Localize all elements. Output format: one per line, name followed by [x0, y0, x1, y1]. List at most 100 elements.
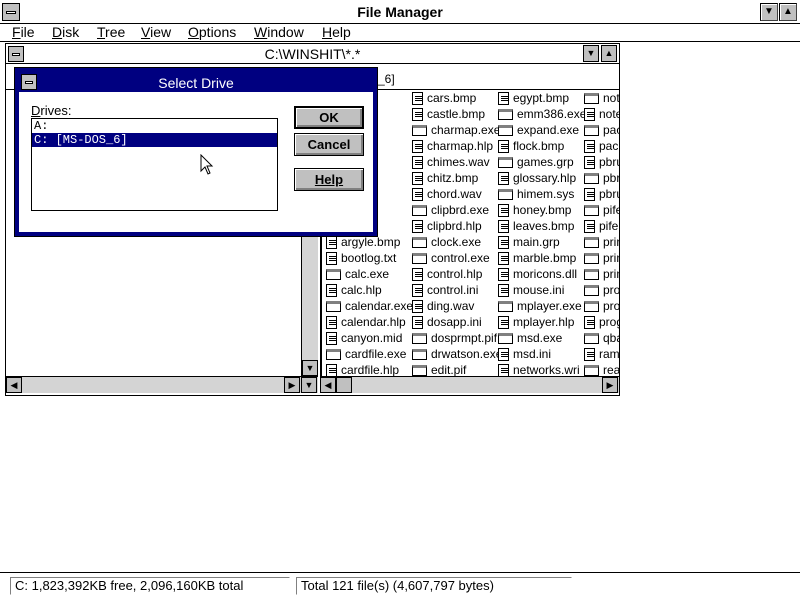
file-item[interactable]: egypt.bmp [498, 90, 586, 106]
menu-disk[interactable]: Disk [52, 24, 79, 40]
child-minimize-button[interactable]: ▼ [583, 45, 599, 62]
file-name: drwatson.exe [431, 347, 503, 361]
scroll-down-arrow-icon[interactable]: ▼ [302, 360, 318, 376]
file-item[interactable]: mplayer.exe [498, 298, 586, 314]
menu-view[interactable]: View [141, 24, 171, 40]
file-item[interactable]: cardfile.exe [326, 346, 413, 362]
file-item[interactable]: main.grp [498, 234, 586, 250]
file-item[interactable]: cars.bmp [412, 90, 502, 106]
file-item[interactable]: himem.sys [498, 186, 586, 202]
file-item[interactable]: prog [584, 298, 619, 314]
file-item[interactable]: clipbrd.exe [412, 202, 502, 218]
file-item[interactable]: prog [584, 282, 619, 298]
file-item[interactable]: clipbrd.hlp [412, 218, 502, 234]
file-item[interactable]: prin [584, 266, 619, 282]
file-item[interactable]: calendar.hlp [326, 314, 413, 330]
file-item[interactable]: control.exe [412, 250, 502, 266]
file-item[interactable]: note [584, 106, 619, 122]
file-item[interactable]: glossary.hlp [498, 170, 586, 186]
scroll-left-arrow-icon[interactable]: ◀ [320, 377, 336, 393]
file-item[interactable]: control.hlp [412, 266, 502, 282]
scroll-thumb[interactable] [336, 377, 352, 393]
file-item[interactable]: msd.ini [498, 346, 586, 362]
file-item[interactable]: calendar.exe [326, 298, 413, 314]
file-name: mplayer.hlp [513, 315, 575, 329]
file-item[interactable]: dosprmpt.pif [412, 330, 502, 346]
ok-button[interactable]: OK [294, 106, 364, 129]
scroll-left-arrow-icon[interactable]: ◀ [6, 377, 22, 393]
scroll-right-arrow-icon[interactable]: ▶ [284, 377, 300, 393]
document-file-icon [498, 363, 509, 376]
file-item[interactable]: bootlog.txt [326, 250, 413, 266]
file-item[interactable]: argyle.bmp [326, 234, 413, 250]
minimize-button[interactable]: ▼ [760, 3, 778, 21]
program-file-icon [326, 268, 341, 280]
help-button[interactable]: Help [294, 168, 364, 191]
cancel-button[interactable]: Cancel [294, 133, 364, 156]
file-item[interactable]: marble.bmp [498, 250, 586, 266]
file-item[interactable]: canyon.mid [326, 330, 413, 346]
file-item[interactable]: calc.exe [326, 266, 413, 282]
file-item[interactable]: leaves.bmp [498, 218, 586, 234]
file-item[interactable]: moricons.dll [498, 266, 586, 282]
file-item[interactable]: read [584, 362, 619, 376]
file-item[interactable]: networks.wri [498, 362, 586, 376]
file-item[interactable]: games.grp [498, 154, 586, 170]
menu-tree[interactable]: Tree [97, 24, 125, 40]
menu-help[interactable]: Help [322, 24, 351, 40]
document-file-icon [326, 251, 337, 265]
file-horizontal-scrollbar[interactable]: ◀ ▶ [320, 376, 619, 393]
menu-window[interactable]: Window [254, 24, 304, 40]
file-item[interactable]: mouse.ini [498, 282, 586, 298]
menu-options[interactable]: Options [188, 24, 236, 40]
file-item[interactable]: charmap.exe [412, 122, 502, 138]
file-item[interactable]: pbru [584, 170, 619, 186]
document-file-icon [584, 315, 595, 329]
file-item[interactable]: msd.exe [498, 330, 586, 346]
file-item[interactable]: chitz.bmp [412, 170, 502, 186]
scroll-down-arrow-icon[interactable]: ▼ [301, 377, 317, 393]
file-item[interactable]: qba [584, 330, 619, 346]
file-item[interactable]: note [584, 90, 619, 106]
file-item[interactable]: castle.bmp [412, 106, 502, 122]
file-item[interactable]: pife [584, 218, 619, 234]
file-item[interactable]: calc.hlp [326, 282, 413, 298]
maximize-button[interactable]: ▲ [779, 3, 797, 21]
child-maximize-button[interactable]: ▲ [601, 45, 617, 62]
drive-option-a[interactable]: A: [32, 119, 277, 133]
file-name: chitz.bmp [427, 171, 479, 185]
file-item[interactable]: ram [584, 346, 619, 362]
file-item[interactable]: chimes.wav [412, 154, 502, 170]
file-item[interactable]: edit.pif [412, 362, 502, 376]
file-item[interactable]: clock.exe [412, 234, 502, 250]
file-item[interactable]: pife [584, 202, 619, 218]
menu-bar: File Disk Tree View Options Window Help [0, 24, 800, 42]
scroll-right-arrow-icon[interactable]: ▶ [602, 377, 618, 393]
file-item[interactable]: prin [584, 234, 619, 250]
menu-file[interactable]: File [12, 24, 35, 40]
file-item[interactable]: dosapp.ini [412, 314, 502, 330]
drive-option-c[interactable]: C: [MS-DOS_6] [32, 133, 277, 147]
file-item[interactable]: expand.exe [498, 122, 586, 138]
file-name: msd.ini [513, 347, 552, 361]
file-item[interactable]: chord.wav [412, 186, 502, 202]
file-item[interactable]: pbru [584, 154, 619, 170]
file-item[interactable]: pbru [584, 186, 619, 202]
file-item[interactable]: prog [584, 314, 619, 330]
file-item[interactable]: flock.bmp [498, 138, 586, 154]
file-item[interactable]: charmap.hlp [412, 138, 502, 154]
file-item[interactable]: control.ini [412, 282, 502, 298]
file-item[interactable]: pac [584, 138, 619, 154]
file-item[interactable]: ding.wav [412, 298, 502, 314]
drives-listbox[interactable]: A: C: [MS-DOS_6] [31, 118, 278, 211]
file-item[interactable]: emm386.exe [498, 106, 586, 122]
tree-horizontal-scrollbar[interactable]: ◀ ▶ ▼ [6, 376, 318, 393]
file-item[interactable]: prin [584, 250, 619, 266]
file-item[interactable]: honey.bmp [498, 202, 586, 218]
file-item[interactable]: drwatson.exe [412, 346, 502, 362]
file-item[interactable]: cardfile.hlp [326, 362, 413, 376]
document-file-icon [584, 139, 595, 153]
file-item[interactable]: mplayer.hlp [498, 314, 586, 330]
document-file-icon [326, 235, 337, 249]
file-item[interactable]: pac [584, 122, 619, 138]
